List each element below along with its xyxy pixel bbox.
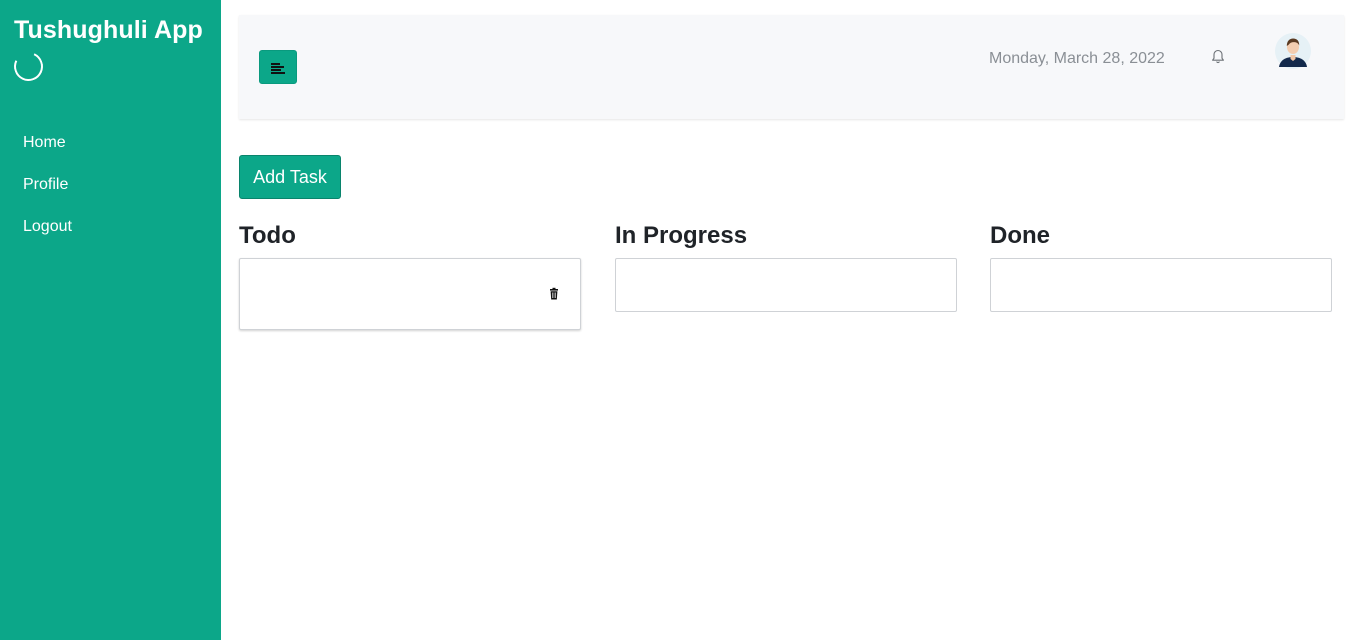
sidebar-item-home[interactable]: Home — [23, 133, 72, 175]
column-title-todo: Todo — [239, 222, 296, 249]
sidebar-item-logout[interactable]: Logout — [23, 217, 72, 259]
top-navbar: Monday, March 28, 2022 — [239, 15, 1344, 119]
done-dropzone[interactable] — [990, 258, 1332, 312]
menu-line — [271, 72, 285, 74]
column-title-done: Done — [990, 222, 1050, 249]
column-title-in-progress: In Progress — [615, 222, 748, 249]
loading-spinner-icon — [9, 47, 48, 86]
bell-icon[interactable] — [1209, 48, 1227, 66]
app-brand[interactable]: Tushughuli App — [14, 16, 203, 45]
sidebar: Tushughuli App Home Profile Logout — [0, 0, 221, 640]
current-date: Monday, March 28, 2022 — [989, 50, 1165, 67]
trash-icon[interactable] — [547, 287, 561, 301]
sidebar-toggle-button[interactable] — [259, 50, 297, 84]
in-progress-dropzone[interactable] — [615, 258, 957, 312]
todo-task-card[interactable] — [239, 258, 581, 330]
sidebar-nav: Home Profile Logout — [23, 133, 72, 259]
menu-align-left-icon — [271, 63, 280, 65]
menu-line — [271, 69, 281, 71]
menu-line — [271, 66, 284, 68]
user-avatar[interactable] — [1275, 33, 1311, 69]
sidebar-item-profile[interactable]: Profile — [23, 175, 72, 217]
add-task-button[interactable]: Add Task — [239, 155, 341, 199]
